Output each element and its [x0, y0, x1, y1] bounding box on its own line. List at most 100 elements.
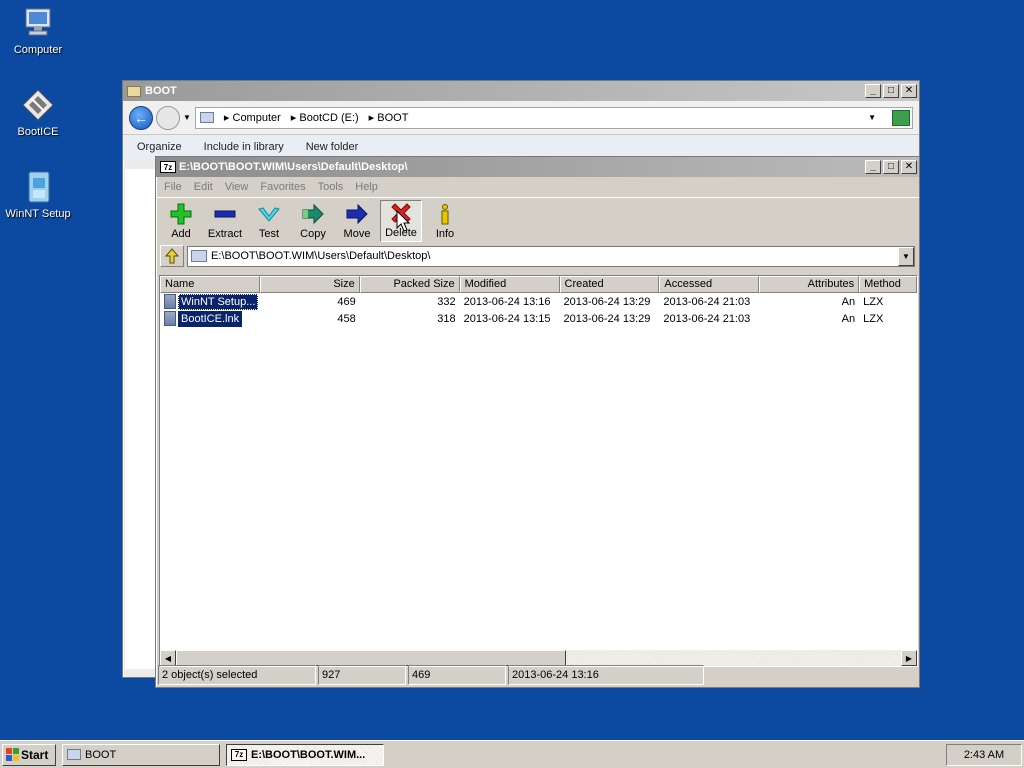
new-folder-button[interactable]: New folder: [306, 141, 359, 153]
file-packed-size: 332: [437, 295, 456, 308]
table-row[interactable]: WinNT Setup... 469 332 2013-06-24 13:16 …: [160, 293, 917, 310]
system-tray-clock[interactable]: 2:43 AM: [946, 743, 1022, 766]
folder-icon: [67, 749, 81, 760]
status-date: 2013-06-24 13:16: [508, 665, 704, 685]
file-accessed: 2013-06-24 21:03: [663, 295, 751, 308]
menu-help[interactable]: Help: [355, 181, 378, 193]
column-accessed[interactable]: Accessed: [659, 276, 760, 293]
column-created[interactable]: Created: [559, 276, 660, 293]
chevron-down-icon[interactable]: ▼: [898, 246, 914, 266]
file-name: BootICE.lnk: [178, 310, 243, 327]
taskbar: Start BOOT 7z E:\BOOT\BOOT.WIM... 2:43 A…: [0, 740, 1024, 768]
menu-favorites[interactable]: Favorites: [260, 181, 305, 193]
file-list[interactable]: Name Size Packed Size Modified Created A…: [159, 275, 918, 667]
path-input[interactable]: E:\BOOT\BOOT.WIM\Users\Default\Desktop\: [207, 250, 898, 262]
maximize-button[interactable]: □: [883, 84, 899, 98]
minimize-button[interactable]: _: [865, 84, 881, 98]
breadcrumb-item[interactable]: ▸ Computer: [224, 111, 281, 124]
column-packed-size[interactable]: Packed Size: [359, 276, 460, 293]
window-title: E:\BOOT\BOOT.WIM\Users\Default\Desktop\: [179, 161, 408, 173]
file-accessed: 2013-06-24 21:03: [663, 312, 751, 325]
folder-icon: [127, 85, 141, 97]
move-button[interactable]: Move: [336, 200, 378, 242]
copy-button[interactable]: Copy: [292, 200, 334, 242]
menu-edit[interactable]: Edit: [194, 181, 213, 193]
test-button[interactable]: Test: [248, 200, 290, 242]
7zip-icon: 7z: [231, 748, 247, 761]
breadcrumb[interactable]: ▸ Computer ▸ BootCD (E:) ▸ BOOT ▼: [194, 106, 913, 129]
file-name: WinNT Setup...: [178, 293, 259, 310]
path-bar: E:\BOOT\BOOT.WIM\Users\Default\Desktop\ …: [156, 243, 919, 269]
column-modified[interactable]: Modified: [459, 276, 560, 293]
taskbar-item-7zip[interactable]: 7z E:\BOOT\BOOT.WIM...: [226, 743, 384, 766]
horizontal-scrollbar[interactable]: ◀ ▶: [160, 650, 917, 666]
menu-tools[interactable]: Tools: [318, 181, 344, 193]
desktop-icon-label: Computer: [13, 44, 63, 56]
7zip-icon: 7z: [160, 161, 176, 173]
file-created: 2013-06-24 13:29: [563, 312, 651, 325]
scrollbar-track[interactable]: [566, 650, 901, 666]
window-title: BOOT: [145, 85, 177, 97]
file-packed-size: 318: [437, 312, 456, 325]
breadcrumb-item[interactable]: ▸ BOOT: [369, 111, 409, 124]
path-combobox[interactable]: E:\BOOT\BOOT.WIM\Users\Default\Desktop\ …: [187, 245, 915, 267]
start-button[interactable]: Start: [2, 743, 56, 766]
file-size: 458: [337, 312, 356, 325]
back-button[interactable]: ←: [129, 105, 153, 130]
windows-logo-icon: [6, 748, 19, 761]
file-modified: 2013-06-24 13:16: [463, 295, 551, 308]
computer-icon: [21, 6, 55, 40]
column-attributes[interactable]: Attributes: [759, 276, 860, 293]
desktop-icon-label: BootICE: [17, 126, 59, 138]
extract-button[interactable]: Extract: [204, 200, 246, 242]
menu-view[interactable]: View: [225, 181, 249, 193]
7zip-window: 7z E:\BOOT\BOOT.WIM\Users\Default\Deskto…: [155, 156, 920, 688]
forward-button[interactable]: [156, 105, 180, 130]
include-library-button[interactable]: Include in library: [204, 141, 284, 153]
up-folder-button[interactable]: [160, 245, 184, 267]
close-button[interactable]: ✕: [901, 160, 917, 174]
file-size: 469: [337, 295, 356, 308]
status-bar: 2 object(s) selected 927 469 2013-06-24 …: [158, 665, 917, 685]
taskbar-item-boot[interactable]: BOOT: [62, 743, 220, 766]
menu-bar: File Edit View Favorites Tools Help: [156, 177, 919, 197]
scrollbar-thumb[interactable]: [176, 650, 566, 666]
file-method: LZX: [863, 295, 884, 308]
chevron-down-icon[interactable]: ▼: [868, 113, 876, 122]
explorer-titlebar[interactable]: BOOT _ □ ✕: [123, 81, 919, 101]
explorer-address-bar: ← ▼ ▸ Computer ▸ BootCD (E:) ▸ BOOT ▼: [123, 101, 919, 135]
navigation-pane: [125, 169, 159, 669]
file-attributes: An: [841, 295, 856, 308]
chevron-down-icon[interactable]: ▼: [183, 113, 191, 122]
desktop-icon-winnt-setup[interactable]: WinNT Setup: [0, 170, 78, 220]
7zip-titlebar[interactable]: 7z E:\BOOT\BOOT.WIM\Users\Default\Deskto…: [156, 157, 919, 177]
maximize-button[interactable]: □: [883, 160, 899, 174]
close-button[interactable]: ✕: [901, 84, 917, 98]
desktop-icon-computer[interactable]: Computer: [0, 6, 78, 56]
file-method: LZX: [863, 312, 884, 325]
desktop-icon-bootice[interactable]: BootICE: [0, 88, 78, 138]
minimize-button[interactable]: _: [865, 160, 881, 174]
setup-icon: [21, 170, 55, 204]
refresh-icon[interactable]: [892, 109, 910, 126]
info-button[interactable]: Info: [424, 200, 466, 242]
menu-file[interactable]: File: [164, 181, 182, 193]
organize-button[interactable]: Organize: [137, 141, 182, 153]
arrow-right-icon: [302, 203, 324, 225]
plus-icon: [170, 203, 192, 225]
status-selected: 2 object(s) selected: [158, 665, 316, 685]
breadcrumb-item[interactable]: ▸ BootCD (E:): [291, 111, 359, 124]
scroll-right-icon[interactable]: ▶: [901, 650, 917, 666]
add-button[interactable]: Add: [160, 200, 202, 242]
check-icon: [258, 203, 280, 225]
status-selected-size: 469: [408, 665, 506, 685]
column-name[interactable]: Name: [160, 276, 260, 293]
desktop-icon-label: WinNT Setup: [5, 208, 71, 220]
column-method[interactable]: Method: [859, 276, 917, 293]
folder-icon: [199, 112, 214, 123]
status-total-size: 927: [318, 665, 406, 685]
column-size[interactable]: Size: [259, 276, 360, 293]
table-row[interactable]: BootICE.lnk 458 318 2013-06-24 13:15 201…: [160, 310, 917, 327]
info-icon: [434, 203, 456, 225]
scroll-left-icon[interactable]: ◀: [160, 650, 176, 666]
